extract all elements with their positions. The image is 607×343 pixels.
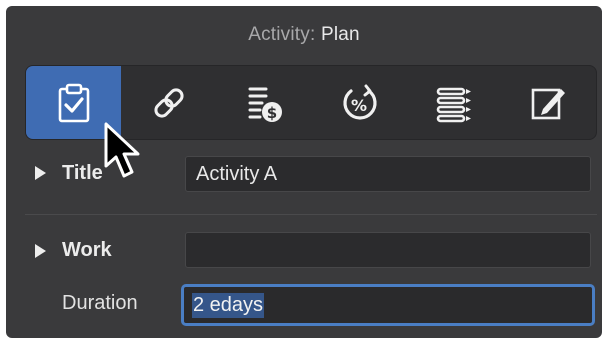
duration-field[interactable]: 2 edays [181, 284, 595, 326]
cost-icon: $ [248, 87, 282, 122]
tab-structure[interactable] [406, 66, 501, 139]
svg-text:%: % [350, 96, 366, 115]
clipboard-check-icon [58, 83, 89, 122]
percent-progress-icon: % [342, 84, 377, 120]
duration-value-selected: 2 edays [192, 292, 265, 318]
title-prefix: Activity: [248, 24, 316, 45]
link-icon [153, 87, 184, 118]
title-name: Plan [320, 24, 360, 45]
section-divider [25, 214, 597, 215]
list-icon [436, 87, 471, 122]
work-disclosure-triangle[interactable] [35, 244, 46, 258]
title-disclosure-triangle[interactable] [35, 166, 46, 180]
inspector-panel: Activity: Plan $ % Title Activity A Work… [6, 6, 602, 338]
tab-dependencies[interactable] [121, 66, 216, 139]
inspector-title: Activity: Plan [6, 24, 602, 46]
duration-label: Duration [62, 292, 138, 314]
tab-cost[interactable]: $ [216, 66, 311, 139]
tab-notes[interactable] [501, 66, 596, 139]
work-field[interactable] [185, 232, 591, 268]
svg-text:$: $ [266, 104, 276, 122]
edit-notes-icon [531, 88, 565, 119]
inspector-toolbar: $ % [25, 65, 597, 140]
work-label: Work [62, 239, 112, 261]
tab-activity-info[interactable] [26, 66, 121, 139]
title-field[interactable]: Activity A [185, 156, 591, 192]
tab-progress[interactable]: % [311, 66, 406, 139]
title-label: Title [62, 162, 103, 184]
